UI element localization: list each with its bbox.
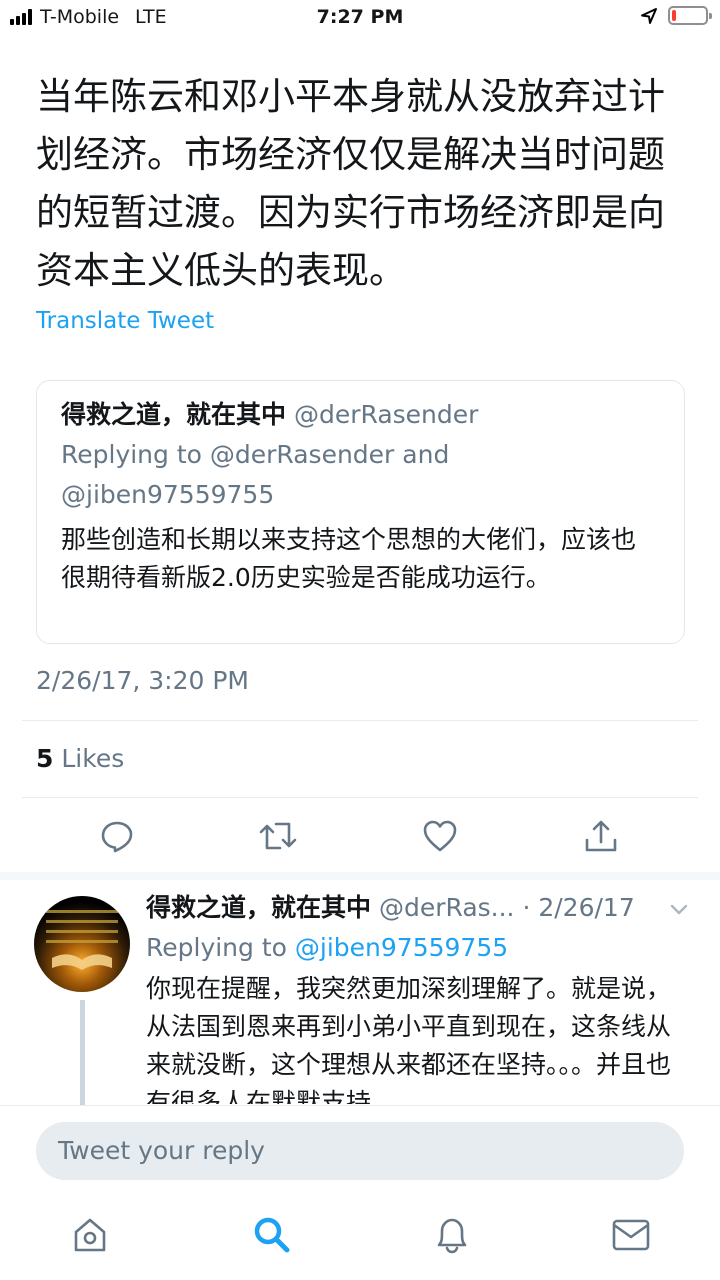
divider <box>22 797 698 798</box>
tweet-text: 当年陈云和邓小平本身就从没放弃过计划经济。市场经济仅仅是解决当时问题的短暂过渡。… <box>36 75 665 292</box>
quoted-author-handle: @derRasender <box>293 400 479 429</box>
reply-author-meta: @derRas... · 2/26/17 <box>378 893 635 922</box>
likes-label: Likes <box>61 744 125 773</box>
quoted-tweet-text: 那些创造和长期以来支持这个思想的大佬们，应该也很期待看新版2.0历史实验是否能成… <box>61 525 637 592</box>
tweet-actions <box>0 814 720 858</box>
search-icon <box>254 1217 290 1253</box>
replying-to-handle-link[interactable]: @jiben97559755 <box>295 933 508 962</box>
tab-home[interactable] <box>70 1215 110 1255</box>
book-image <box>52 954 112 970</box>
divider <box>22 720 698 721</box>
reply-button[interactable] <box>95 814 139 858</box>
tab-bar <box>0 1195 720 1280</box>
share-button[interactable] <box>579 814 623 858</box>
likes-number: 5 <box>36 744 54 773</box>
likes-count[interactable]: 5 Likes <box>36 744 124 773</box>
status-bar: T-Mobile LTE 7:27 PM <box>0 0 720 36</box>
replying-to-label: Replying to <box>146 933 287 962</box>
like-button[interactable] <box>418 814 462 858</box>
reply-avatar[interactable] <box>34 896 130 992</box>
reply-replying-to: Replying to @jiben97559755 <box>146 930 508 966</box>
battery-level <box>672 10 676 21</box>
quoted-author-name: 得救之道，就在其中 <box>61 400 287 429</box>
status-time: 7:27 PM <box>316 6 404 28</box>
location-arrow-icon <box>641 7 657 24</box>
tab-search[interactable] <box>252 1215 292 1255</box>
reply-icon <box>101 821 133 853</box>
tab-messages[interactable] <box>611 1215 651 1255</box>
status-right <box>640 6 712 25</box>
section-separator <box>0 872 720 880</box>
tweet-timestamp: 2/26/17, 3:20 PM <box>36 666 250 695</box>
translate-tweet-link[interactable]: Translate Tweet <box>36 308 214 334</box>
share-icon <box>585 820 617 852</box>
reply-author-name: 得救之道，就在其中 <box>146 893 372 922</box>
reply-text: 你现在提醒，我突然更加深刻理解了。就是说，从法国到恩来再到小弟小平直到现在，这条… <box>146 974 672 1104</box>
tab-notifications[interactable] <box>432 1215 472 1255</box>
battery-icon <box>668 6 712 25</box>
reply-header: 得救之道，就在其中 @derRas... · 2/26/17 <box>146 890 691 926</box>
quoted-replying-to: Replying to @derRasender and @jiben97559… <box>61 440 450 509</box>
notifications-icon <box>437 1218 467 1254</box>
home-icon <box>74 1218 106 1252</box>
like-icon <box>423 820 457 852</box>
retweet-icon <box>259 822 297 850</box>
quoted-tweet[interactable]: 得救之道，就在其中 @derRasender Replying to @derR… <box>36 380 685 644</box>
compose-bar: Tweet your reply <box>0 1105 720 1195</box>
quoted-tweet-header: 得救之道，就在其中 @derRasender <box>61 397 660 433</box>
messages-icon <box>612 1219 650 1251</box>
tweet-reply-input[interactable]: Tweet your reply <box>36 1122 684 1180</box>
retweet-button[interactable] <box>256 814 300 858</box>
thread-line <box>80 1000 85 1110</box>
chevron-down-icon[interactable] <box>668 898 690 920</box>
